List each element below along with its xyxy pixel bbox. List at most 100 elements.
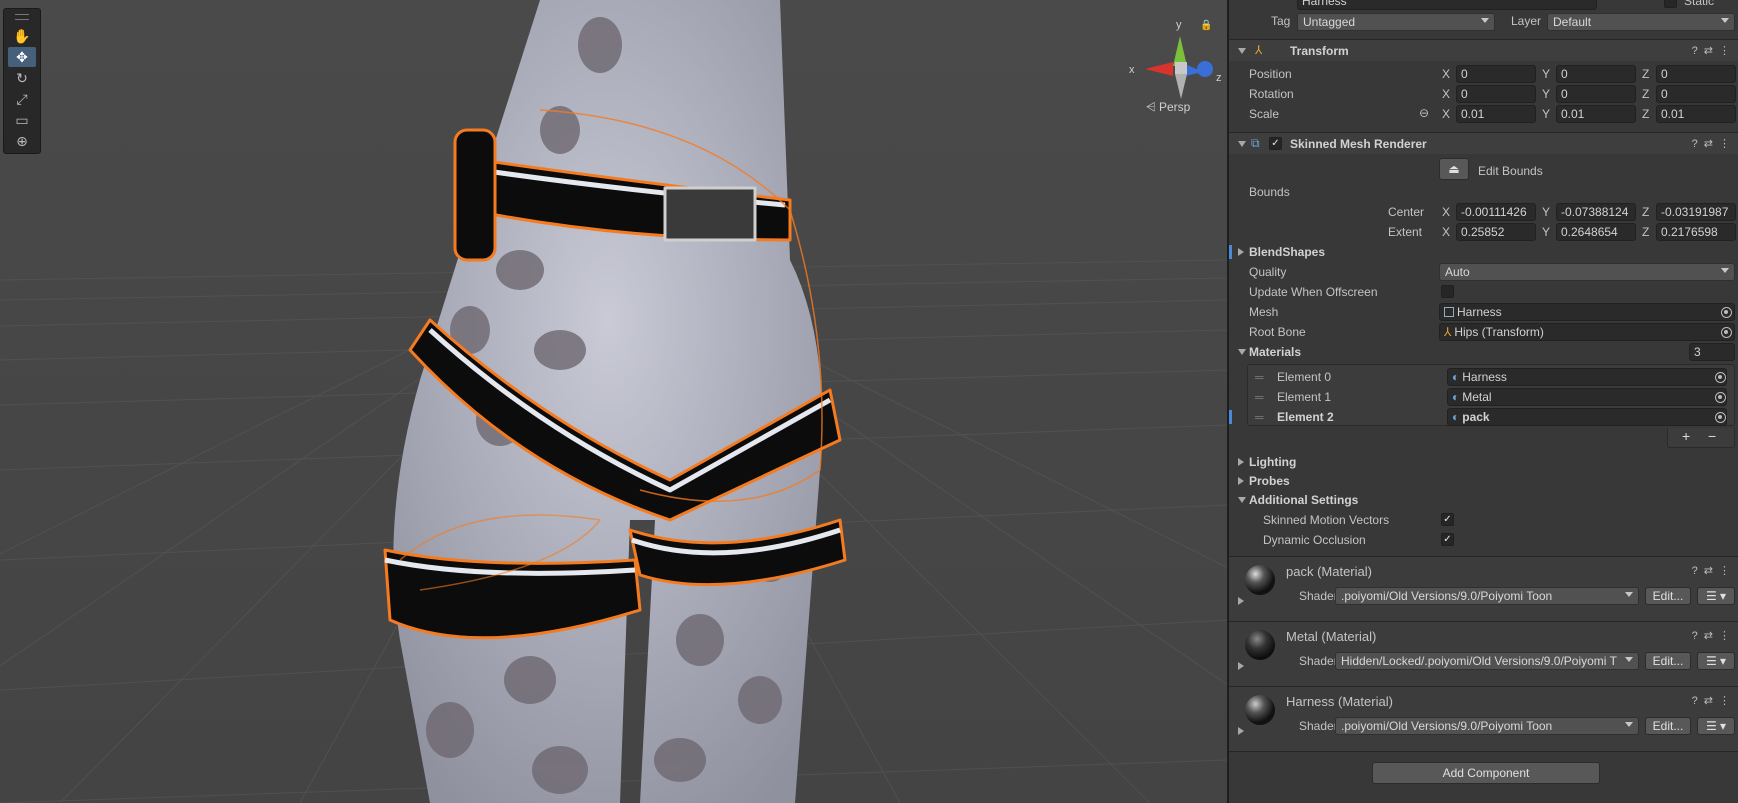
material-element-row[interactable]: ═ Element 0 ◐ Harness	[1229, 367, 1738, 387]
foldout-arrow-icon[interactable]	[1238, 141, 1246, 147]
mesh-object-field[interactable]: Harness	[1439, 303, 1735, 321]
hand-tool-icon[interactable]: ✋	[8, 26, 36, 46]
rect-tool-icon[interactable]: ▭	[8, 110, 36, 130]
scale-x-field[interactable]: 0.01	[1456, 105, 1536, 123]
drag-handle-icon[interactable]: ═	[1255, 390, 1264, 404]
foldout-arrow-icon[interactable]	[1238, 597, 1244, 605]
object-picker-icon[interactable]	[1721, 327, 1732, 338]
extent-z-field[interactable]: 0.2176598	[1656, 223, 1736, 241]
foldout-arrow-icon[interactable]	[1238, 662, 1244, 670]
foldout-arrow-icon[interactable]	[1238, 477, 1244, 485]
materials-count-field[interactable]: 3	[1689, 343, 1735, 361]
remove-element-button[interactable]: −	[1708, 428, 1716, 444]
scene-viewport[interactable]	[0, 0, 1227, 803]
modified-indicator	[1229, 245, 1232, 259]
chevron-down-icon	[1721, 18, 1729, 23]
blendshapes-foldout[interactable]: BlendShapes	[1229, 242, 1738, 262]
material-element-field[interactable]: ◐ Metal	[1447, 388, 1727, 406]
shader-dropdown[interactable]: Hidden/Locked/.poiyomi/Old Versions/9.0/…	[1335, 652, 1639, 670]
inspector-panel: Harness Static Tag Untagged Layer Defaul…	[1227, 0, 1738, 803]
scale-tool-icon[interactable]: ⤢	[8, 89, 36, 109]
drag-handle-icon[interactable]: ═	[1255, 410, 1264, 424]
material-menu-button[interactable]: ☰ ▾	[1697, 587, 1735, 605]
object-picker-icon[interactable]	[1715, 392, 1726, 403]
materials-foldout[interactable]: Materials 3	[1229, 342, 1738, 362]
component-header-icons[interactable]: ?⇄⋮	[1692, 694, 1736, 707]
scene-view[interactable]: ✋ ✥ ↻ ⤢ ▭ ⊕ y x z 🔒 ⩤ Persp	[0, 0, 1227, 803]
skinned-mesh-renderer-header[interactable]: ⧉ ✓ Skinned Mesh Renderer ?⇄⋮	[1229, 132, 1738, 154]
foldout-arrow-icon[interactable]	[1238, 48, 1246, 54]
material-preview-icon	[1245, 565, 1275, 595]
scale-z-field[interactable]: 0.01	[1656, 105, 1736, 123]
link-icon[interactable]: ⊖	[1419, 106, 1429, 120]
foldout-arrow-icon[interactable]	[1238, 497, 1246, 503]
object-name-field[interactable]: Harness	[1297, 0, 1597, 10]
position-z-field[interactable]: 0	[1656, 65, 1736, 83]
tag-dropdown[interactable]: Untagged	[1297, 13, 1495, 31]
object-picker-icon[interactable]	[1715, 412, 1726, 423]
edit-shader-button[interactable]: Edit...	[1645, 587, 1691, 605]
edit-shader-button[interactable]: Edit...	[1645, 652, 1691, 670]
lock-icon[interactable]: 🔒	[1200, 20, 1212, 31]
move-tool-icon[interactable]: ✥	[8, 47, 36, 67]
toolbar-grip[interactable]	[15, 14, 29, 20]
center-y-field[interactable]: -0.07388124	[1556, 203, 1636, 221]
renderer-enabled-checkbox[interactable]: ✓	[1269, 137, 1282, 150]
material-menu-button[interactable]: ☰ ▾	[1697, 652, 1735, 670]
material-element-field[interactable]: ◐ Harness	[1447, 368, 1727, 386]
foldout-arrow-icon[interactable]	[1238, 349, 1246, 355]
object-picker-icon[interactable]	[1721, 307, 1732, 318]
extent-x-field[interactable]: 0.25852	[1456, 223, 1536, 241]
foldout-arrow-icon[interactable]	[1238, 727, 1244, 735]
transform-tool-icon[interactable]: ⊕	[8, 131, 36, 151]
dynamic-occlusion-checkbox[interactable]: ✓	[1441, 533, 1454, 546]
rotate-tool-icon[interactable]: ↻	[8, 68, 36, 88]
rotation-z-field[interactable]: 0	[1656, 85, 1736, 103]
material-element-field[interactable]: ◐ pack	[1447, 408, 1727, 426]
update-offscreen-checkbox[interactable]	[1441, 285, 1454, 298]
transform-header[interactable]: ⅄ Transform ?⇄⋮	[1229, 39, 1738, 61]
rotation-x-field[interactable]: 0	[1456, 85, 1536, 103]
position-x-field[interactable]: 0	[1456, 65, 1536, 83]
foldout-arrow-icon[interactable]	[1238, 458, 1244, 466]
position-y-field[interactable]: 0	[1556, 65, 1636, 83]
object-picker-icon[interactable]	[1715, 372, 1726, 383]
shader-dropdown[interactable]: .poiyomi/Old Versions/9.0/Poiyomi Toon	[1335, 587, 1639, 605]
update-offscreen-row: Update When Offscreen	[1229, 282, 1738, 302]
probes-foldout[interactable]: Probes	[1229, 471, 1738, 491]
static-checkbox[interactable]	[1664, 0, 1677, 8]
component-header-icons[interactable]: ?⇄⋮	[1692, 629, 1736, 642]
shader-value: Hidden/Locked/.poiyomi/Old Versions/9.0/…	[1341, 654, 1617, 668]
edit-shader-button[interactable]: Edit...	[1645, 717, 1691, 735]
separator	[1229, 751, 1738, 752]
skinned-motion-vectors-checkbox[interactable]: ✓	[1441, 513, 1454, 526]
component-header-icons[interactable]: ?⇄⋮	[1692, 137, 1736, 150]
drag-handle-icon[interactable]: ═	[1255, 370, 1264, 384]
shader-label: Shader	[1299, 589, 1338, 603]
layer-dropdown[interactable]: Default	[1547, 13, 1735, 31]
edit-bounds-button[interactable]: ⏏	[1439, 158, 1469, 180]
layer-value: Default	[1553, 15, 1592, 29]
center-x-field[interactable]: -0.00111426	[1456, 203, 1536, 221]
quality-dropdown[interactable]: Auto	[1439, 263, 1735, 281]
material-element-row[interactable]: ═ Element 2 ◐ pack	[1229, 407, 1738, 427]
add-element-button[interactable]: +	[1682, 428, 1690, 444]
persp-label[interactable]: ⩤ Persp	[1146, 100, 1190, 115]
persp-text: Persp	[1158, 100, 1191, 114]
add-component-button[interactable]: Add Component	[1372, 762, 1600, 784]
foldout-arrow-icon[interactable]	[1238, 248, 1244, 256]
rotation-y-field[interactable]: 0	[1556, 85, 1636, 103]
extent-z-axis: Z	[1642, 225, 1650, 239]
component-header-icons[interactable]: ?⇄⋮	[1692, 564, 1736, 577]
lighting-foldout[interactable]: Lighting	[1229, 452, 1738, 472]
shader-dropdown[interactable]: .poiyomi/Old Versions/9.0/Poiyomi Toon	[1335, 717, 1639, 735]
root-bone-object-field[interactable]: ⅄ Hips (Transform)	[1439, 323, 1735, 341]
material-menu-button[interactable]: ☰ ▾	[1697, 717, 1735, 735]
component-header-icons[interactable]: ?⇄⋮	[1692, 44, 1736, 57]
quality-label: Quality	[1249, 265, 1287, 279]
material-element-row[interactable]: ═ Element 1 ◐ Metal	[1229, 387, 1738, 407]
scale-y-field[interactable]: 0.01	[1556, 105, 1636, 123]
extent-y-field[interactable]: 0.2648654	[1556, 223, 1636, 241]
center-z-field[interactable]: -0.03191987	[1656, 203, 1736, 221]
additional-settings-foldout[interactable]: Additional Settings	[1229, 490, 1738, 510]
